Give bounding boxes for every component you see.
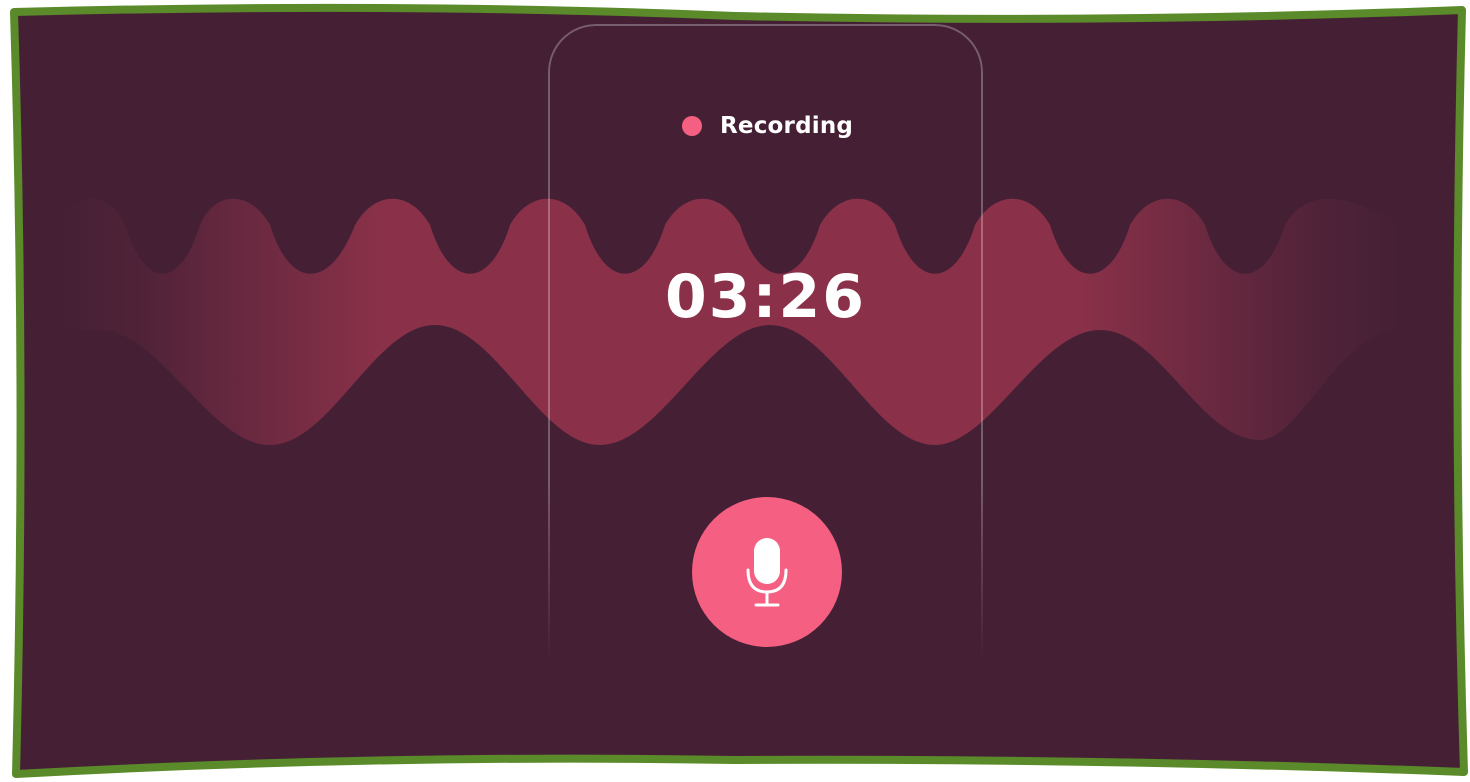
microphone-button[interactable]	[692, 497, 842, 647]
microphone-icon	[746, 538, 788, 607]
recording-status-label: Recording	[720, 113, 854, 139]
recording-status: Recording	[682, 110, 853, 142]
recording-dot-icon	[682, 116, 702, 136]
recording-timer: 03:26	[665, 262, 866, 332]
recording-screen: Recording 03:26	[0, 0, 1470, 782]
